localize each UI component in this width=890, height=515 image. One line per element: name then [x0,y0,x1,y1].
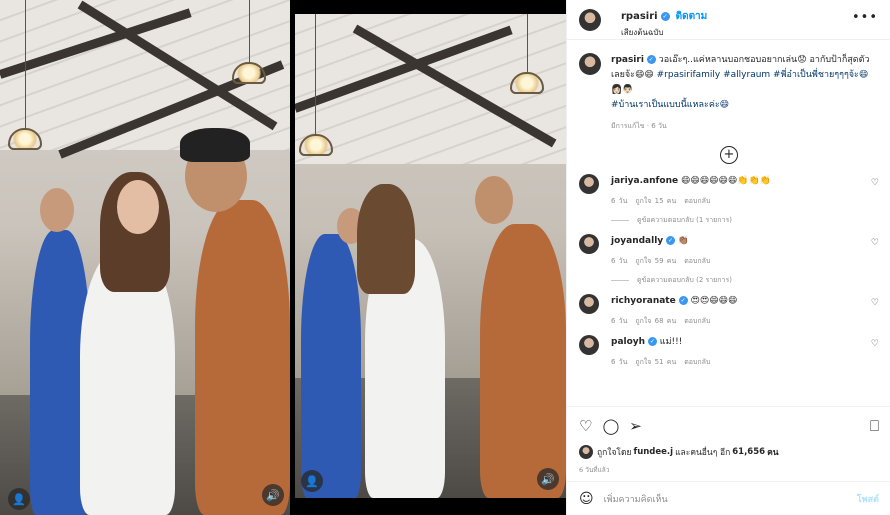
commenter-avatar[interactable] [579,294,599,314]
person-head [475,176,513,224]
comment-like-heart-icon[interactable]: ♡ [871,178,879,188]
comment-like-heart-icon[interactable]: ♡ [871,238,879,248]
caption: rpasiri ✓ วอเอ๊ะๆ..แค่หลานบอกชอบอยากเล่น… [579,53,879,134]
comment-likes[interactable]: ถูกใจ 68 คน [635,317,676,325]
author-avatar[interactable] [579,53,601,75]
user-tag-icon[interactable]: 👤 [8,488,30,510]
follow-button[interactable]: ติดตาม [676,9,708,24]
instagram-post-modal: 👤 🔊 👤 🔊 rpasiri ✓ ติดตาม เสียงต้นฉบับ ••… [0,0,890,515]
liker-avatar[interactable] [579,445,593,459]
person-blue-shirt [301,234,361,498]
comment-time[interactable]: 6 วัน [611,257,627,265]
person-floral-shirt [480,224,566,498]
reply-button[interactable]: ตอบกลับ [684,358,710,366]
verified-icon: ✓ [660,12,670,21]
verified-icon: ✓ [646,55,656,64]
post-header: rpasiri ✓ ติดตาม เสียงต้นฉบับ ••• [567,0,890,40]
caption-hashtag-2[interactable]: #บ้านเราเป็นแบบนี้แหละค่ะ😄 [611,100,729,110]
bookmark-icon[interactable]: ⎕ [870,417,879,435]
comment-likes[interactable]: ถูกใจ 51 คน [635,358,676,366]
comment-time[interactable]: 6 วัน [611,358,627,366]
comment-input[interactable]: เพิ่มความคิดเห็น [604,492,668,506]
post-comment-button[interactable]: โพสต์ [857,492,879,506]
comment-text: 😄😄😄😄😄😄👏👏👏 [678,176,771,186]
comment-list: jariya.anfone 😄😄😄😄😄😄👏👏👏 6 วัน ถูกใจ 15 คนต… [579,174,879,369]
add-comment-bar: ☺ เพิ่มความคิดเห็น โพสต์ [567,481,890,515]
comment-icon[interactable]: ◯ [602,417,619,435]
comment-text: แม่!!! [656,337,683,347]
reply-button[interactable]: ตอบกลับ [684,257,710,265]
person-head [40,188,74,232]
comment-item: joyandally ✓ 👏🏽 6 วัน ถูกใจ 59 คน ตอบกลับ ♡ [579,234,879,268]
cap [180,128,250,162]
person-hair [357,184,415,294]
post-time: 6 วันที่แล้ว [579,466,610,474]
person-head [117,180,159,234]
commenter-avatar[interactable] [579,335,599,355]
commenter-avatar[interactable] [579,174,599,194]
person-floral-shirt [195,200,290,515]
post-side-panel: rpasiri ✓ ติดตาม เสียงต้นฉบับ ••• rpasir… [566,0,890,515]
likes-summary: ถูกใจโดย fundee.j และคนอื่นๆ อีก 61,656 … [579,445,879,459]
video-frame-right[interactable]: 👤 🔊 [295,14,566,498]
like-count[interactable]: 61,656 [732,447,765,457]
commenter-username[interactable]: joyandally [611,236,663,246]
comment-time[interactable]: 6 วัน [611,317,627,325]
comment-like-heart-icon[interactable]: ♡ [871,298,879,308]
like-unit: คน [767,448,779,458]
commenter-username[interactable]: richyoranate [611,296,676,306]
load-more-comments-icon[interactable]: + [720,146,738,164]
verified-icon: ✓ [666,236,676,245]
sound-icon[interactable]: 🔊 [537,468,559,490]
comment-like-heart-icon[interactable]: ♡ [871,339,879,349]
user-tag-icon[interactable]: 👤 [301,470,323,492]
more-icon[interactable]: ••• [852,10,878,25]
sound-icon[interactable]: 🔊 [262,484,284,506]
comment-item: jariya.anfone 😄😄😄😄😄😄👏👏👏 6 วัน ถูกใจ 15 คน ต… [579,174,879,208]
verified-icon: ✓ [678,296,688,305]
caption-username[interactable]: rpasiri [611,55,644,65]
lamp-cord [315,14,316,134]
lamp-cord [25,0,26,128]
comment-text: 👏🏽 [675,236,690,246]
share-icon[interactable]: ➢ [629,417,642,435]
emoji-icon[interactable]: ☺ [579,491,594,507]
reply-button[interactable]: ตอบกลับ [684,317,710,325]
verified-icon: ✓ [647,337,657,346]
liker-username[interactable]: fundee.j [634,447,674,457]
liked-by-label: ถูกใจโดย [597,448,632,458]
post-media[interactable]: 👤 🔊 👤 🔊 [0,0,566,515]
view-replies-link[interactable]: ดูข้อความตอบกลับ (1 รายการ) [611,215,879,226]
like-heart-icon[interactable]: ♡ [579,417,592,435]
commenter-username[interactable]: paloyh [611,337,645,347]
others-label: และคนอื่นๆ อีก [675,448,731,458]
comments-section[interactable]: rpasiri ✓ วอเอ๊ะๆ..แค่หลานบอกชอบอยากเล่น… [567,41,890,406]
lamp-cord [249,0,250,62]
author-avatar[interactable] [579,9,601,31]
video-frame-left[interactable]: 👤 🔊 [0,0,290,515]
comment-time[interactable]: 6 วัน [611,197,627,205]
comment-text: 😍😍😄😄😄 [687,296,738,306]
lamp-cord [527,14,528,72]
comment-item: richyoranate ✓ 😍😍😄😄😄 6 วัน ถูกใจ 68 คน ตอบก… [579,294,879,328]
view-replies-link[interactable]: ดูข้อความตอบกลับ (2 รายการ) [611,275,879,286]
audio-label[interactable]: เสียงต้นฉบับ [621,26,707,39]
comment-item: paloyh ✓ แม่!!! 6 วัน ถูกใจ 51 คน ตอบกลับ ♡ [579,335,879,369]
reply-button[interactable]: ตอบกลับ [684,197,710,205]
comment-likes[interactable]: ถูกใจ 59 คน [635,257,676,265]
commenter-avatar[interactable] [579,234,599,254]
author-username[interactable]: rpasiri [621,11,658,22]
commenter-username[interactable]: jariya.anfone [611,176,678,186]
comment-likes[interactable]: ถูกใจ 15 คน [635,197,676,205]
caption-meta: มีการแก้ไข · 6 วัน [611,122,667,130]
